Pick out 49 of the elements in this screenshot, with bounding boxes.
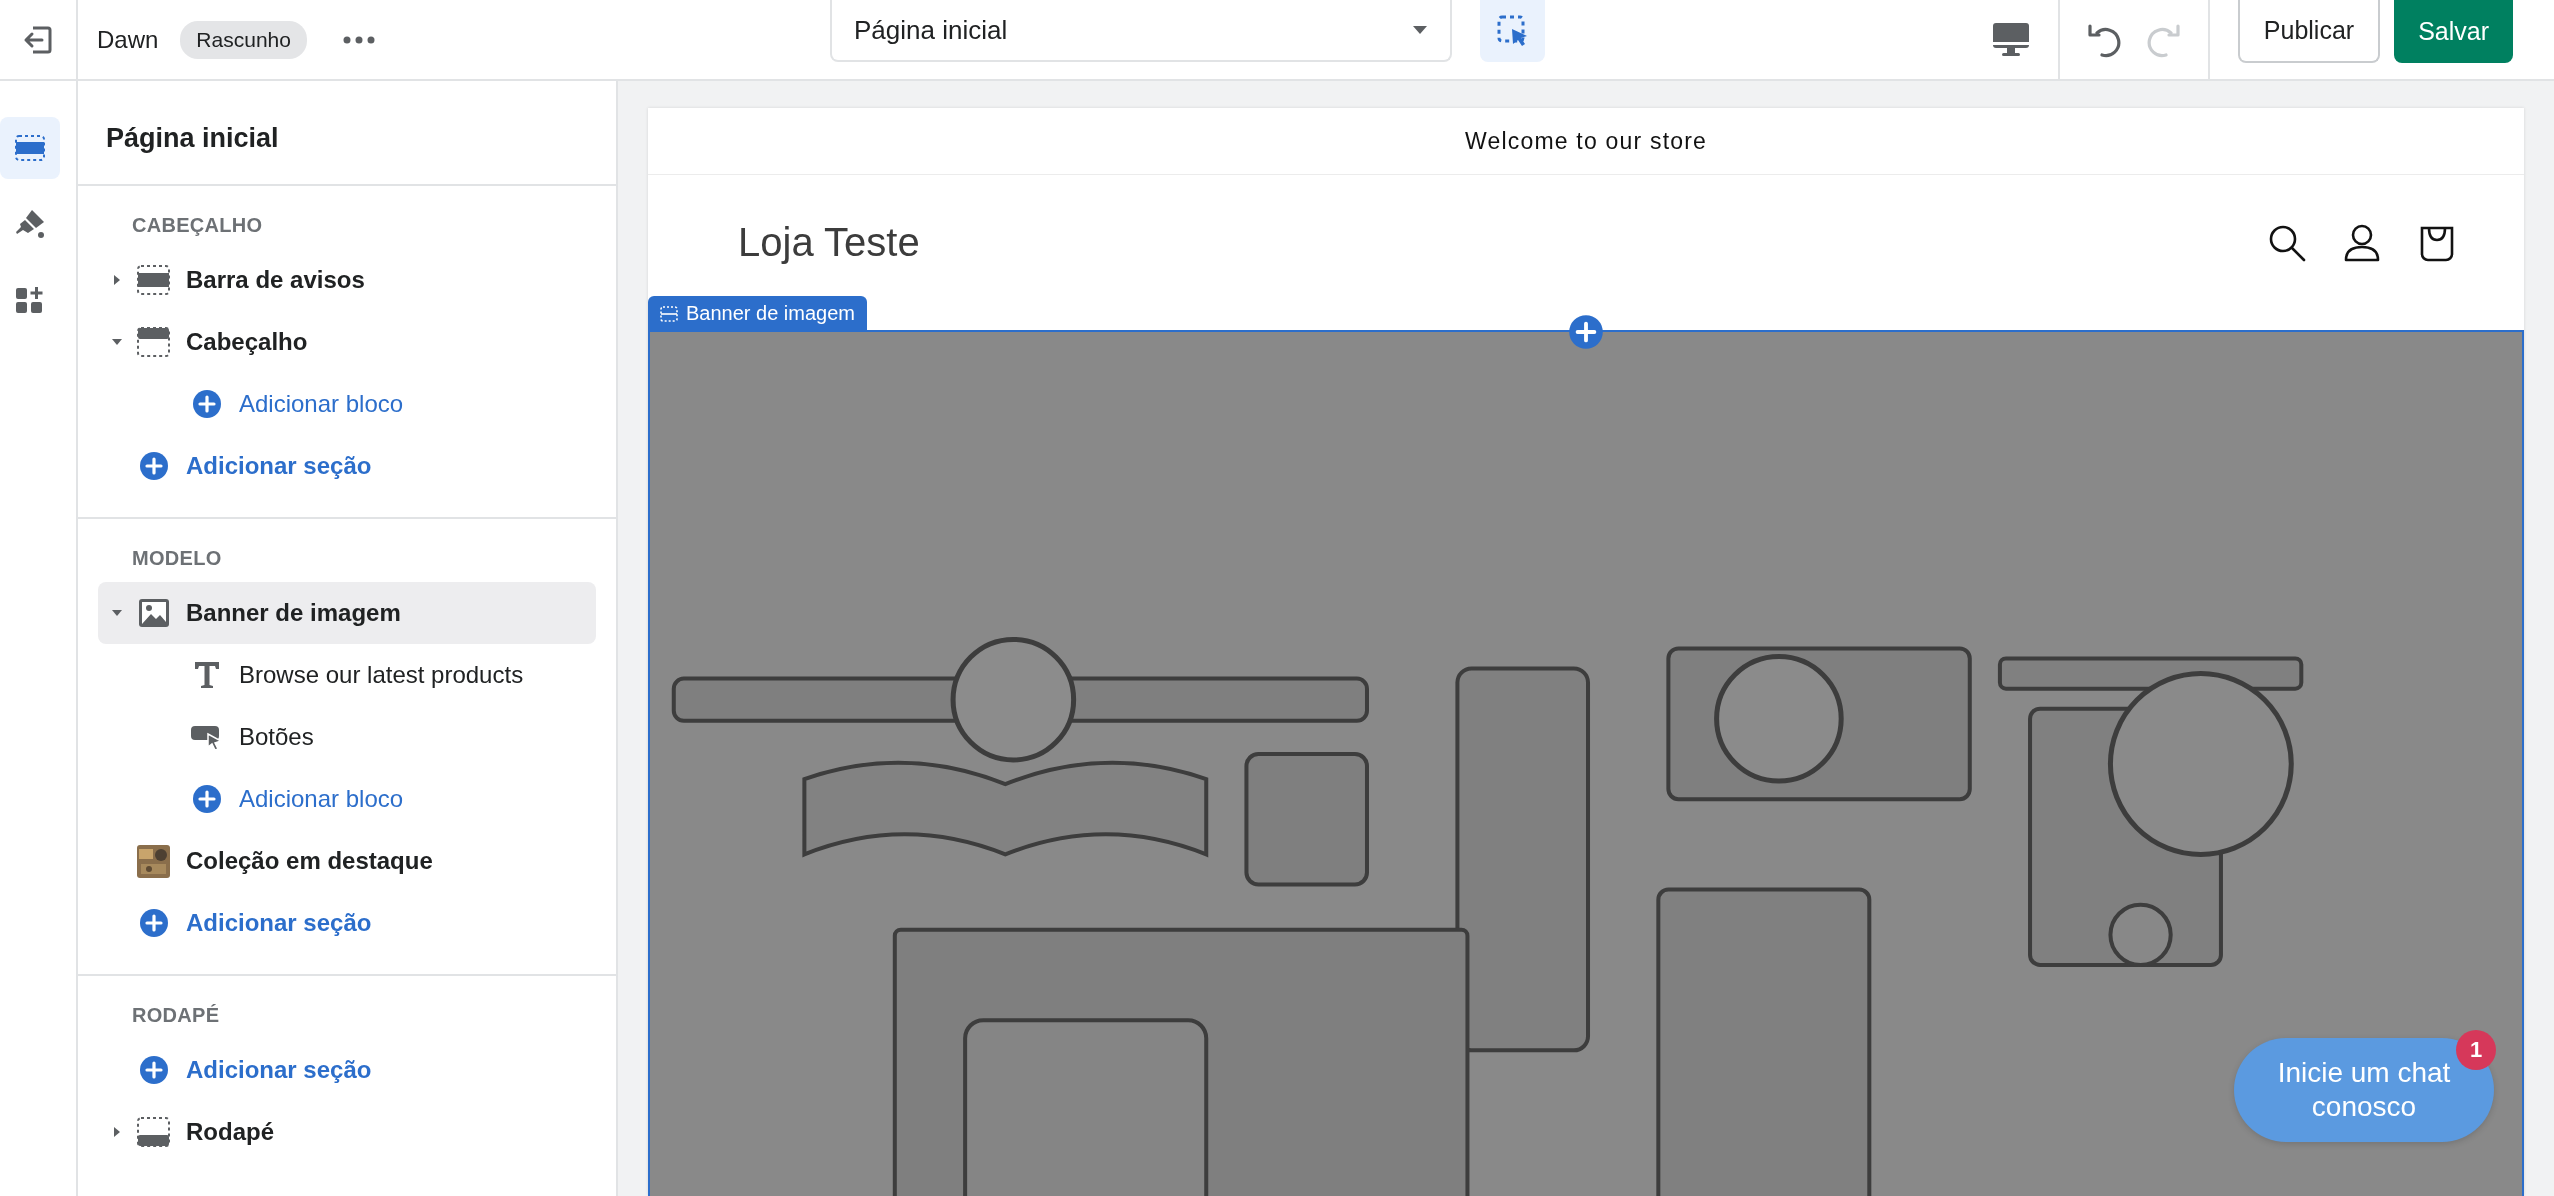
more-icon[interactable] (342, 35, 375, 44)
add-section-link[interactable]: Adicionar seção (98, 435, 596, 497)
status-badge: Rascunho (180, 20, 307, 59)
add-icon (138, 451, 169, 481)
section-label-text: Banner de imagem (686, 302, 855, 325)
save-button[interactable]: Salvar (2394, 0, 2513, 63)
account-icon[interactable] (2344, 223, 2380, 262)
tree-item[interactable]: Cabeçalho (98, 311, 596, 373)
inspector-toggle[interactable] (1480, 0, 1545, 62)
group-heading: RODAPÉ (131, 1003, 221, 1028)
add-section-link[interactable]: Adicionar seção (98, 892, 596, 954)
add-block-link[interactable]: Adicionar bloco (98, 768, 596, 830)
store-name: Loja Teste (738, 220, 921, 265)
footer-layout-icon (137, 1117, 170, 1147)
image-icon (137, 598, 170, 628)
tree-item[interactable]: Banner de imagem (98, 582, 596, 644)
header-layout-icon (137, 327, 170, 357)
section-icon (660, 305, 678, 322)
tree-item[interactable]: Browse our latest products (98, 644, 596, 706)
publish-button[interactable]: Publicar (2237, 0, 2381, 63)
add-block-link[interactable]: Adicionar bloco (98, 373, 596, 435)
add-icon (138, 908, 169, 938)
exit-icon[interactable] (23, 24, 53, 55)
desktop-icon[interactable] (1991, 21, 2030, 58)
search-icon[interactable] (2268, 223, 2306, 262)
paintbrush-icon (14, 208, 46, 240)
tree-item[interactable]: Coleção em destaque (98, 830, 596, 892)
page-selector[interactable]: Página inicial (830, 0, 1452, 62)
tree-item[interactable]: Barra de avisos (98, 249, 596, 311)
selection-cursor-icon (1496, 15, 1529, 47)
theme-name: Dawn (97, 25, 159, 54)
section-label[interactable]: Banner de imagem (648, 296, 867, 331)
add-icon (138, 1055, 169, 1085)
text-icon (193, 661, 220, 689)
sections-icon (15, 135, 45, 161)
add-section-button[interactable] (1568, 314, 1604, 350)
group-heading: CABEÇALHO (131, 213, 264, 238)
announcement-bar-icon (137, 265, 170, 295)
group-heading: MODELO (131, 546, 223, 571)
sidebar-title: Página inicial (78, 81, 616, 186)
apps-icon (15, 285, 45, 315)
tree-item[interactable]: Botões (98, 706, 596, 768)
caret-down-icon (1412, 25, 1428, 35)
add-icon (191, 784, 222, 814)
add-icon (191, 389, 222, 419)
rail-tab[interactable] (0, 117, 60, 179)
tree-item[interactable]: Rodapé (98, 1101, 596, 1163)
add-section-link[interactable]: Adicionar seção (98, 1039, 596, 1101)
announcement-bar: Welcome to our store (648, 108, 2524, 175)
